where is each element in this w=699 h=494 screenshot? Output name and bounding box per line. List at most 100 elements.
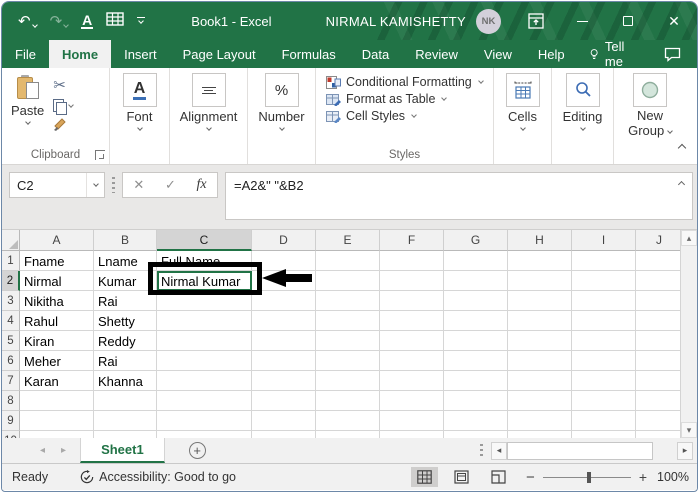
sheet-next-icon[interactable]: ▸: [61, 445, 66, 456]
cell-I2[interactable]: [572, 271, 636, 291]
scroll-left-icon[interactable]: ◂: [491, 442, 507, 460]
vertical-scrollbar[interactable]: ▴ ▾: [680, 230, 697, 438]
normal-view-button[interactable]: [411, 467, 438, 487]
cell-F1[interactable]: [380, 251, 444, 271]
cell-E7[interactable]: [316, 371, 380, 391]
page-break-preview-button[interactable]: [485, 467, 512, 487]
customize-qat-button[interactable]: [137, 17, 145, 25]
cell-J2[interactable]: [636, 271, 683, 291]
format-as-table-button[interactable]: Format as Table: [326, 92, 485, 106]
tab-formulas[interactable]: Formulas: [269, 40, 349, 68]
cell-G9[interactable]: [444, 411, 508, 431]
collapse-ribbon-button[interactable]: [679, 138, 685, 156]
cell-D9[interactable]: [252, 411, 316, 431]
tab-file[interactable]: File: [2, 40, 49, 68]
cell-E10[interactable]: [316, 431, 380, 438]
avatar[interactable]: NK: [476, 9, 501, 34]
cell-H2[interactable]: [508, 271, 572, 291]
cell-F2[interactable]: [380, 271, 444, 291]
cell-H10[interactable]: [508, 431, 572, 438]
cell-C2[interactable]: Nirmal Kumar: [157, 271, 252, 291]
cell-E8[interactable]: [316, 391, 380, 411]
cell-I5[interactable]: [572, 331, 636, 351]
cell-D4[interactable]: [252, 311, 316, 331]
cell-C4[interactable]: [157, 311, 252, 331]
cell-H9[interactable]: [508, 411, 572, 431]
cell-A5[interactable]: Kiran: [20, 331, 94, 351]
horizontal-scrollbar[interactable]: ◂ ▸: [491, 438, 693, 463]
hscroll-thumb[interactable]: [507, 442, 653, 460]
tab-page-layout[interactable]: Page Layout: [170, 40, 269, 68]
column-header-F[interactable]: F: [380, 230, 444, 251]
cut-button[interactable]: ✂: [53, 76, 73, 94]
cell-A7[interactable]: Karan: [20, 371, 94, 391]
cell-D1[interactable]: [252, 251, 316, 271]
cell-E2[interactable]: [316, 271, 380, 291]
cell-G2[interactable]: [444, 271, 508, 291]
cell-G5[interactable]: [444, 331, 508, 351]
cell-I1[interactable]: [572, 251, 636, 271]
cell-D5[interactable]: [252, 331, 316, 351]
row-header-8[interactable]: 8: [2, 391, 20, 411]
cell-J10[interactable]: [636, 431, 683, 438]
cell-E1[interactable]: [316, 251, 380, 271]
tab-review[interactable]: Review: [402, 40, 471, 68]
cell-A10[interactable]: [20, 431, 94, 438]
conditional-formatting-button[interactable]: Conditional Formatting: [326, 75, 485, 89]
close-button[interactable]: ✕: [651, 2, 697, 40]
borders-button[interactable]: [106, 12, 124, 31]
cell-F8[interactable]: [380, 391, 444, 411]
cell-C1[interactable]: Full Name: [157, 251, 252, 271]
tab-home[interactable]: Home: [49, 40, 111, 68]
cell-B6[interactable]: Rai: [94, 351, 157, 371]
tab-view[interactable]: View: [471, 40, 525, 68]
cell-J7[interactable]: [636, 371, 683, 391]
formula-input[interactable]: =A2&" "&B2: [225, 172, 693, 220]
cell-I3[interactable]: [572, 291, 636, 311]
cell-D2[interactable]: [252, 271, 316, 291]
cell-J3[interactable]: [636, 291, 683, 311]
cell-C6[interactable]: [157, 351, 252, 371]
tab-help[interactable]: Help: [525, 40, 578, 68]
insert-function-button[interactable]: fx: [197, 177, 207, 193]
tab-insert[interactable]: Insert: [111, 40, 170, 68]
cancel-button[interactable]: ✕: [133, 177, 144, 193]
cell-J1[interactable]: [636, 251, 683, 271]
tell-me-button[interactable]: Tell me: [578, 40, 648, 68]
cell-A8[interactable]: [20, 391, 94, 411]
cell-B8[interactable]: [94, 391, 157, 411]
row-header-6[interactable]: 6: [2, 351, 20, 371]
zoom-slider-thumb[interactable]: [587, 472, 591, 483]
cell-F4[interactable]: [380, 311, 444, 331]
row-header-7[interactable]: 7: [2, 371, 20, 391]
cell-B9[interactable]: [94, 411, 157, 431]
cell-F3[interactable]: [380, 291, 444, 311]
cell-B3[interactable]: Rai: [94, 291, 157, 311]
cell-F7[interactable]: [380, 371, 444, 391]
cell-I6[interactable]: [572, 351, 636, 371]
name-box[interactable]: C2: [9, 172, 105, 198]
column-header-I[interactable]: I: [572, 230, 636, 251]
ribbon-display-options-button[interactable]: [513, 2, 559, 40]
cell-H6[interactable]: [508, 351, 572, 371]
cell-B2[interactable]: Kumar: [94, 271, 157, 291]
format-painter-button[interactable]: [53, 118, 73, 131]
cell-A3[interactable]: Nikitha: [20, 291, 94, 311]
add-sheet-button[interactable]: +: [189, 442, 206, 459]
cell-F5[interactable]: [380, 331, 444, 351]
cell-I7[interactable]: [572, 371, 636, 391]
cell-A4[interactable]: Rahul: [20, 311, 94, 331]
minimize-button[interactable]: [559, 2, 605, 40]
cell-B10[interactable]: [94, 431, 157, 438]
collapse-formula-bar-button[interactable]: [678, 181, 685, 188]
cell-I9[interactable]: [572, 411, 636, 431]
column-header-C[interactable]: C: [157, 230, 252, 251]
column-header-H[interactable]: H: [508, 230, 572, 251]
scroll-up-icon[interactable]: ▴: [681, 230, 697, 246]
cell-B1[interactable]: Lname: [94, 251, 157, 271]
cell-C8[interactable]: [157, 391, 252, 411]
cell-I10[interactable]: [572, 431, 636, 438]
accessibility-status[interactable]: Accessibility: Good to go: [80, 470, 236, 484]
cell-I8[interactable]: [572, 391, 636, 411]
cell-G10[interactable]: [444, 431, 508, 438]
